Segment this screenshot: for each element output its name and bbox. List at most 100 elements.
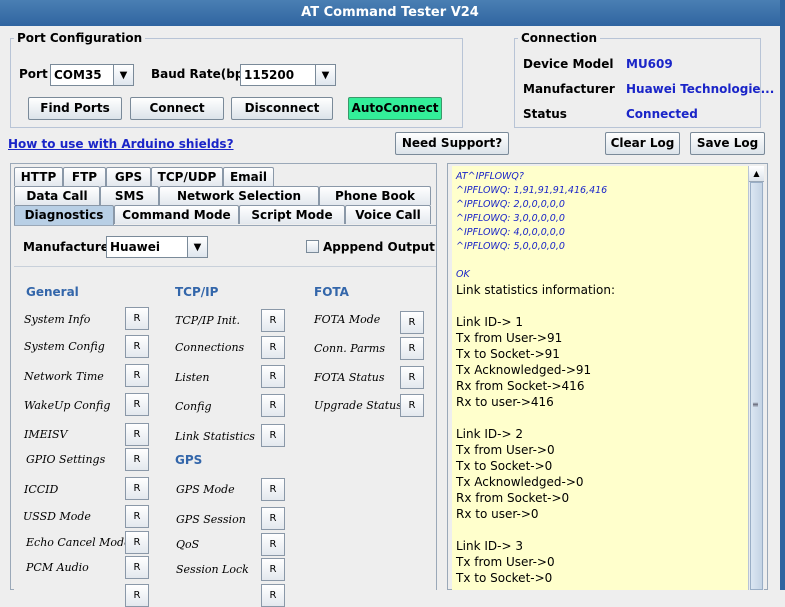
log-output[interactable]: AT^IPFLOWQ? ^IPFLOWQ: 1,91,91,91,416,416… [452, 166, 748, 590]
tcpip-item-connections: Connections [175, 341, 245, 354]
chevron-down-icon[interactable]: ▼ [187, 237, 207, 257]
fota-item-conn-parms: Conn. Parms [314, 342, 386, 355]
diag-manufacturer-select[interactable]: Huawei ▼ [106, 236, 208, 258]
log-line: Tx Acknowledged->0 [456, 475, 584, 489]
chevron-down-icon[interactable]: ▼ [315, 65, 335, 85]
gps-item-mode: GPS Mode [176, 483, 235, 496]
tab-network-selection[interactable]: Network Selection [159, 186, 319, 205]
next-r-button[interactable]: R [125, 584, 149, 607]
conn-parms-r-button[interactable]: R [400, 337, 424, 360]
diag-manufacturer-value: Huawei [110, 240, 161, 254]
config-r-button[interactable]: R [261, 394, 285, 417]
port-configuration-title: Port Configuration [14, 31, 146, 45]
iccid-r-button[interactable]: R [125, 477, 149, 500]
tcpip-item-listen: Listen [175, 371, 210, 384]
tab-diagnostics[interactable]: Diagnostics [14, 205, 114, 226]
gps-item-qos: QoS [176, 538, 200, 551]
fota-status-r-button[interactable]: R [400, 366, 424, 389]
chevron-down-icon[interactable]: ▼ [113, 65, 133, 85]
fota-mode-r-button[interactable]: R [400, 311, 424, 334]
append-output-checkbox[interactable] [306, 240, 319, 253]
fota-item-mode: FOTA Mode [314, 313, 381, 326]
link-statistics-r-button[interactable]: R [261, 424, 285, 447]
gpio-settings-r-button[interactable]: R [125, 448, 149, 471]
clear-log-button[interactable]: Clear Log [605, 132, 680, 155]
gps-item-session: GPS Session [176, 513, 246, 526]
tab-voice-call[interactable]: Voice Call [345, 205, 431, 224]
disconnect-button[interactable]: Disconnect [231, 97, 333, 120]
log-scrollbar[interactable]: ▲ ≡ [748, 166, 764, 590]
autoconnect-button[interactable]: AutoConnect [348, 97, 442, 120]
general-item-wakeup-config: WakeUp Config [24, 399, 111, 412]
tcpip-item-config: Config [175, 400, 212, 413]
tab-phone-book[interactable]: Phone Book [319, 186, 431, 205]
log-line: ^IPFLOWQ: 2,0,0,0,0,0 [456, 199, 565, 210]
connect-button[interactable]: Connect [130, 97, 224, 120]
tab-script-mode[interactable]: Script Mode [239, 205, 345, 224]
status-label: Status [523, 107, 567, 121]
tab-command-mode[interactable]: Command Mode [114, 205, 239, 224]
tab-sms[interactable]: SMS [100, 186, 159, 205]
general-item-system-config: System Config [24, 340, 105, 353]
system-info-r-button[interactable]: R [125, 307, 149, 330]
fota-item-upgrade-status: Upgrade Status [314, 399, 402, 412]
connection-title: Connection [518, 31, 601, 45]
tab-data-call[interactable]: Data Call [14, 186, 100, 205]
log-line: Tx to Socket->91 [456, 347, 560, 361]
next-r-button[interactable]: R [261, 584, 285, 607]
save-log-button[interactable]: Save Log [690, 132, 765, 155]
tab-gps[interactable]: GPS [106, 167, 151, 186]
system-config-r-button[interactable]: R [125, 335, 149, 358]
gps-mode-r-button[interactable]: R [261, 478, 285, 501]
need-support-button[interactable]: Need Support? [395, 132, 509, 155]
tab-ftp[interactable]: FTP [63, 167, 106, 186]
grip-icon: ≡ [752, 400, 759, 409]
imeisv-r-button[interactable]: R [125, 423, 149, 446]
tcpip-init-r-button[interactable]: R [261, 309, 285, 332]
qos-r-button[interactable]: R [261, 533, 285, 556]
log-line: Tx from User->0 [456, 443, 555, 457]
tab-tcp-udp[interactable]: TCP/UDP [151, 167, 223, 186]
scroll-up-icon[interactable]: ▲ [749, 166, 764, 182]
general-header: General [26, 285, 79, 299]
gps-header: GPS [175, 453, 203, 467]
fota-header: FOTA [314, 285, 349, 299]
scroll-thumb[interactable] [750, 182, 763, 590]
log-line: Rx to user->0 [456, 507, 539, 521]
log-line: Tx from User->91 [456, 331, 563, 345]
arduino-help-link[interactable]: How to use with Arduino shields? [8, 137, 234, 151]
diagnostics-divider [14, 266, 436, 267]
port-value: COM35 [54, 68, 102, 82]
general-item-pcm-audio: PCM Audio [26, 561, 89, 574]
upgrade-status-r-button[interactable]: R [400, 394, 424, 417]
tcpip-header: TCP/IP [175, 285, 219, 299]
echo-cancel-mode-r-button[interactable]: R [125, 531, 149, 554]
fota-item-status: FOTA Status [314, 371, 385, 384]
pcm-audio-r-button[interactable]: R [125, 556, 149, 579]
find-ports-button[interactable]: Find Ports [28, 97, 122, 120]
connections-r-button[interactable]: R [261, 336, 285, 359]
general-item-imeisv: IMEISV [24, 428, 68, 441]
baud-rate-select[interactable]: 115200 ▼ [240, 64, 336, 86]
wakeup-config-r-button[interactable]: R [125, 393, 149, 416]
gps-session-r-button[interactable]: R [261, 507, 285, 530]
log-line: ^IPFLOWQ: 3,0,0,0,0,0 [456, 213, 565, 224]
tab-email[interactable]: Email [223, 167, 274, 186]
tab-http[interactable]: HTTP [14, 167, 63, 186]
diag-manufacturer-label: Manufacturer [23, 240, 115, 254]
session-lock-r-button[interactable]: R [261, 558, 285, 581]
listen-r-button[interactable]: R [261, 365, 285, 388]
log-line: Tx to Socket->0 [456, 571, 553, 585]
general-item-gpio-settings: GPIO Settings [26, 453, 106, 466]
ussd-mode-r-button[interactable]: R [125, 505, 149, 528]
log-line: Link ID-> 3 [456, 539, 524, 553]
log-line: Rx from Socket->416 [456, 379, 585, 393]
port-select[interactable]: COM35 ▼ [50, 64, 134, 86]
network-time-r-button[interactable]: R [125, 364, 149, 387]
log-line: Rx to user->416 [456, 395, 554, 409]
tcpip-item-init: TCP/IP Init. [175, 314, 240, 327]
general-item-ussd-mode: USSD Mode [23, 510, 91, 523]
